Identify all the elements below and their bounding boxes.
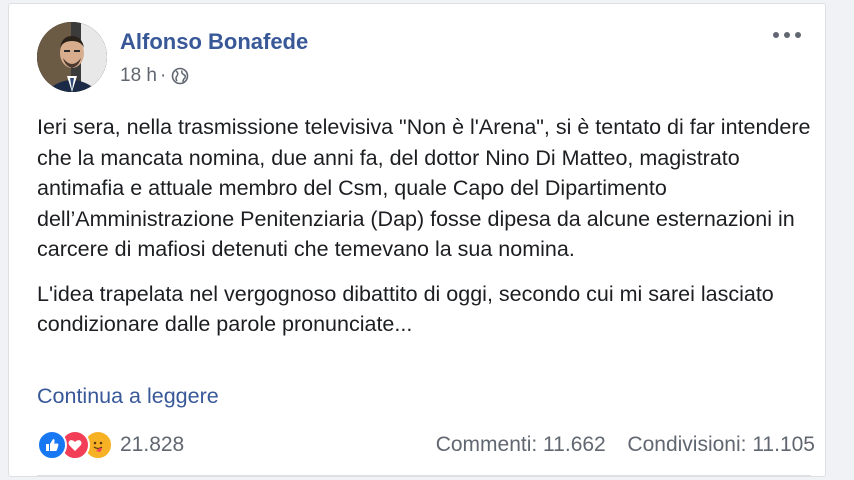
author-avatar[interactable] (37, 22, 107, 92)
post-header: Alfonso Bonafede 18 h · (37, 22, 817, 102)
post-body: Ieri sera, nella trasmissione televisiva… (37, 112, 817, 354)
post-card: Alfonso Bonafede 18 h · Ieri sera, nella… (8, 3, 826, 477)
like-icon (37, 430, 67, 460)
reactions-summary[interactable]: 21.828 (37, 429, 184, 461)
divider (37, 475, 811, 476)
continue-reading-link[interactable]: Continua a leggere (37, 384, 219, 409)
post-meta: 18 h · (120, 65, 189, 87)
post-paragraph: Ieri sera, nella trasmissione televisiva… (37, 115, 811, 261)
comments-count-link[interactable]: Commenti: 11.662 (436, 433, 606, 456)
author-name[interactable]: Alfonso Bonafede (120, 29, 308, 55)
post-paragraph: L'idea trapelata nel vergognoso dibattit… (37, 281, 774, 337)
avatar-photo (37, 22, 107, 92)
shares-count-link[interactable]: Condivisioni: 11.105 (627, 433, 815, 456)
engagement-stats: Commenti: 11.662 Condivisioni: 11.105 (436, 433, 815, 457)
globe-icon (172, 67, 189, 85)
more-dot (773, 32, 779, 38)
more-options-icon[interactable] (773, 28, 801, 42)
more-dot (784, 32, 790, 38)
post-timestamp[interactable]: 18 h (120, 65, 157, 87)
meta-separator: · (159, 65, 167, 86)
reaction-count: 21.828 (120, 433, 185, 456)
more-dot (795, 32, 801, 38)
post-footer: 21.828 Commenti: 11.662 Condivisioni: 11… (37, 429, 815, 461)
